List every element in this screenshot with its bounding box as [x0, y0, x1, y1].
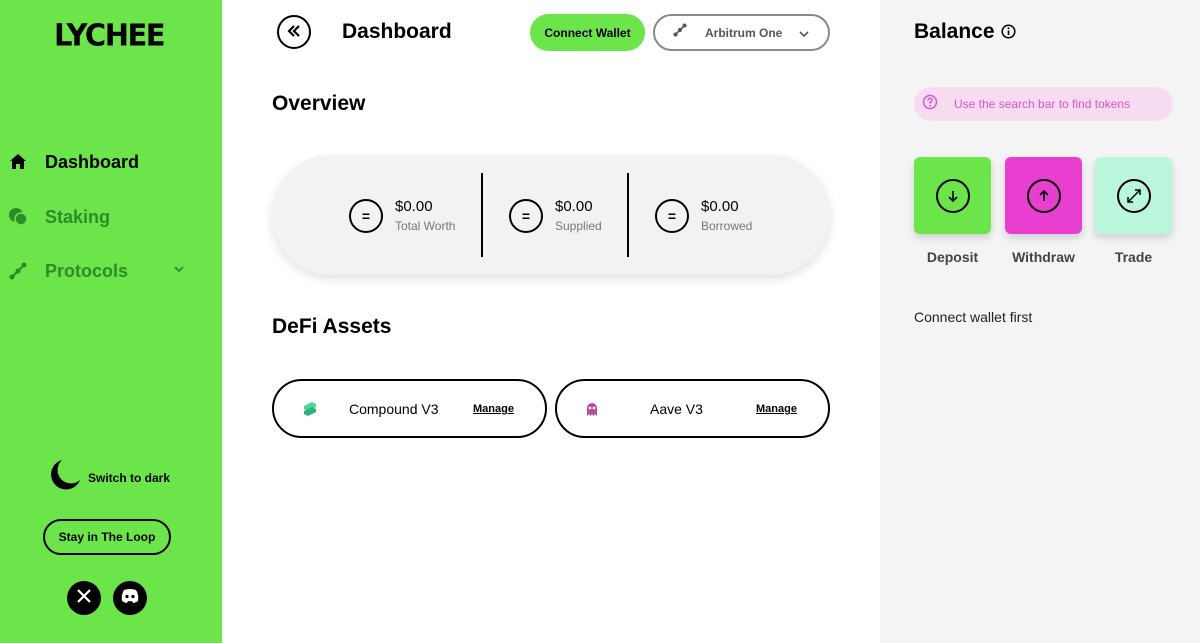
equals-icon: = [509, 198, 543, 233]
network-select[interactable]: Arbitrum One [653, 14, 830, 51]
manage-link[interactable]: Manage [473, 403, 514, 415]
home-icon [8, 152, 28, 172]
asset-name: Compound V3 [349, 401, 439, 417]
sidebar-item-staking[interactable]: Staking [8, 203, 110, 231]
stat-supplied: = $0.00 Supplied [509, 198, 602, 233]
lychee-logo[interactable]: LYCHEE [54, 17, 166, 53]
sidebar-item-label: Staking [45, 206, 111, 227]
equals-icon: = [655, 198, 689, 233]
connect-wallet-notice: Connect wallet first [914, 309, 1033, 325]
connect-wallet-button[interactable]: Connect Wallet [530, 14, 645, 51]
collapse-sidebar-button[interactable] [277, 15, 311, 49]
stat-label: Supplied [555, 219, 602, 233]
equals-icon: = [349, 198, 383, 233]
balance-panel: Balance Use the search bar to find token… [880, 0, 1200, 643]
swap-arrows-icon [1116, 178, 1151, 213]
deposit-button[interactable] [914, 157, 991, 234]
asset-card-compound[interactable]: Compound V3 Manage [272, 379, 547, 438]
dark-mode-toggle[interactable]: Switch to dark [48, 458, 170, 497]
asset-card-aave[interactable]: Aave V3 Manage [555, 379, 830, 438]
action-label: Trade [1114, 249, 1153, 265]
chevron-down-icon [798, 27, 810, 45]
stat-borrowed: = $0.00 Borrowed [655, 198, 752, 233]
defi-assets-title: DeFi Assets [272, 315, 392, 338]
trade-button[interactable] [1095, 157, 1172, 234]
stat-total-worth: = $0.00 Total Worth [349, 198, 455, 233]
divider [627, 173, 629, 257]
sidebar-item-protocols[interactable]: Protocols [8, 257, 128, 285]
arrow-up-icon [1026, 178, 1061, 213]
sidebar: LYCHEE Dashboard Staking Protocols Switc… [0, 0, 222, 643]
deposit-action[interactable]: Deposit [914, 157, 991, 265]
search-hint-text: Use the search bar to find tokens [954, 97, 1131, 111]
network-name: Arbitrum One [705, 25, 783, 40]
sidebar-item-label: Dashboard [45, 151, 140, 172]
network-icon [673, 23, 687, 42]
x-social-link[interactable] [67, 581, 101, 615]
discord-social-link[interactable] [113, 581, 147, 615]
stat-value: $0.00 [555, 198, 593, 215]
stat-value: $0.00 [701, 198, 739, 215]
stat-label: Borrowed [701, 219, 753, 233]
x-icon [76, 588, 92, 609]
page-title: Dashboard [342, 20, 452, 43]
trade-action[interactable]: Trade [1095, 157, 1172, 265]
sidebar-item-label: Protocols [45, 260, 129, 281]
help-circle-icon [922, 94, 938, 115]
manage-link[interactable]: Manage [756, 403, 797, 415]
overview-card: = $0.00 Total Worth = $0.00 Supplied = $… [272, 155, 830, 275]
compound-logo-icon [302, 401, 318, 417]
staking-icon [8, 207, 28, 227]
token-search-hint: Use the search bar to find tokens [914, 87, 1173, 121]
stay-in-loop-button[interactable]: Stay in The Loop [43, 519, 171, 555]
aave-ghost-icon [584, 401, 600, 417]
overview-title: Overview [272, 92, 366, 115]
dark-toggle-label: Switch to dark [88, 470, 171, 485]
moon-icon [48, 458, 82, 497]
action-label: Withdraw [1012, 249, 1075, 265]
withdraw-action[interactable]: Withdraw [1005, 157, 1082, 265]
stat-value: $0.00 [395, 198, 433, 215]
discord-icon [120, 588, 140, 609]
sidebar-item-dashboard[interactable]: Dashboard [8, 148, 139, 176]
double-chevron-left-icon [287, 24, 301, 41]
divider [481, 173, 483, 257]
stat-label: Total Worth [395, 219, 456, 233]
protocols-icon [8, 261, 28, 281]
chevron-down-icon[interactable] [172, 262, 186, 276]
info-icon[interactable] [1001, 24, 1016, 44]
balance-title: Balance [914, 20, 995, 43]
withdraw-button[interactable] [1005, 157, 1082, 234]
arrow-down-icon [935, 178, 970, 213]
asset-name: Aave V3 [650, 401, 703, 417]
action-label: Deposit [926, 249, 979, 265]
